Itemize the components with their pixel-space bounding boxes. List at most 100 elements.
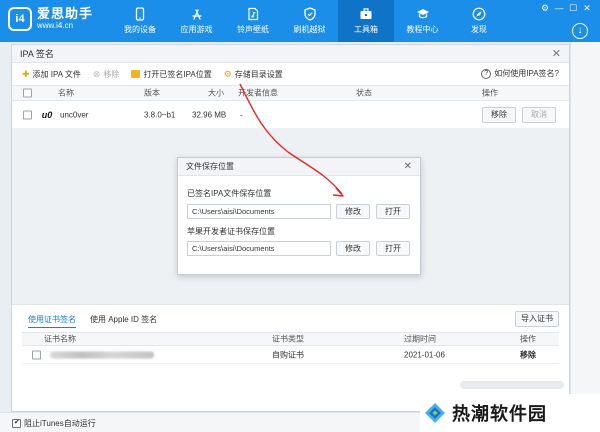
ipa-table-header: 名称 版本 大小 开发者信息 状态 操作: [12, 85, 569, 101]
storage-settings-button[interactable]: ⚙ 存储目录设置: [224, 69, 283, 80]
remove-button[interactable]: ⊗ 移除: [93, 69, 120, 80]
col-status: 状态: [356, 88, 372, 98]
settings-icon[interactable]: ⚙: [538, 2, 552, 14]
nav-label: 发现: [471, 25, 487, 34]
folder-icon: [131, 70, 141, 78]
dialog-titlebar: 文件保存位置 ✕: [178, 158, 420, 176]
nav-label: 应用游戏: [180, 25, 213, 34]
download-icon[interactable]: ↓: [572, 23, 588, 39]
close-icon[interactable]: ✕: [404, 161, 412, 172]
panel-title: IPA 签名: [20, 49, 54, 59]
col-size: 大小: [208, 88, 224, 98]
nav-discover[interactable]: 发现: [451, 0, 507, 42]
close-icon[interactable]: ✕: [552, 47, 561, 60]
modify-signed-path-button[interactable]: 修改: [336, 204, 370, 219]
cert-type: 自购证书: [272, 350, 304, 359]
music-file-icon: [248, 7, 259, 21]
row-checkbox[interactable]: [23, 110, 32, 119]
developer-info: -: [240, 110, 243, 119]
nav-tutorials[interactable]: 教程中心: [395, 0, 451, 42]
row-cancel-button[interactable]: 取消: [522, 106, 556, 123]
help-link[interactable]: ? 如何使用IPA签名?: [481, 68, 559, 79]
app-name: unc0ver: [60, 110, 89, 119]
compass-icon: [472, 7, 486, 21]
nav-ringtones-wallpapers[interactable]: 铃声壁纸: [225, 0, 281, 42]
watermark-logo-icon: [425, 403, 445, 423]
add-file-icon: ✚: [22, 68, 30, 79]
remove-icon: ⊗: [92, 68, 101, 79]
nav-toolbox[interactable]: 工具箱: [338, 0, 394, 42]
dialog-title: 文件保存位置: [186, 162, 234, 171]
app-version: 3.8.0~b1: [144, 110, 176, 119]
modify-cert-path-button[interactable]: 修改: [336, 241, 370, 256]
window-controls: ⚙ — ☐ ✕: [538, 2, 594, 14]
cert-tabs: 使用证书签名 使用 Apple ID 签名 导入证书: [12, 304, 569, 332]
nav-label: 我的设备: [124, 25, 156, 34]
open-cert-path-button[interactable]: 打开: [376, 241, 410, 256]
open-signed-path-button[interactable]: 打开: [376, 204, 410, 219]
col-name: 名称: [58, 88, 74, 98]
signed-ipa-location-label: 已签名IPA文件保存位置: [187, 189, 272, 198]
panel-toolbar: ✚ 添加 IPA 文件 ⊗ 移除 打开已签名IPA位置 ⚙ 存储目录设置 ? 如…: [12, 63, 569, 85]
panel-titlebar: IPA 签名 ✕: [12, 45, 569, 63]
blurred-cert-name: [50, 351, 154, 358]
app-name: 爱思助手: [37, 6, 94, 21]
phone-icon: [135, 7, 145, 21]
app-size: 32.96 MB: [192, 110, 227, 119]
maximize-icon[interactable]: ☐: [566, 2, 580, 14]
app-logo: i4 爱思助手 www.i4.cn: [8, 7, 93, 31]
col-cert-action: 操作: [520, 334, 536, 344]
cert-checkbox[interactable]: [32, 350, 41, 359]
nav-label: 铃声壁纸: [237, 25, 269, 34]
add-ipa-label: 添加 IPA 文件: [32, 69, 81, 79]
storage-label: 存储目录设置: [234, 69, 283, 79]
col-version: 版本: [144, 88, 160, 98]
tab-cert-sign[interactable]: 使用证书签名: [28, 314, 76, 328]
col-developer: 开发者信息: [238, 88, 278, 98]
block-itunes-checkbox[interactable]: [12, 418, 21, 428]
help-icon: ?: [481, 68, 492, 79]
shield-icon: [303, 7, 316, 21]
select-all-checkbox[interactable]: [23, 88, 32, 98]
dev-cert-location-label: 苹果开发者证书保存位置: [187, 227, 275, 236]
signed-ipa-path-field[interactable]: C:\Users\aisi\Documents: [187, 204, 331, 219]
nav-my-device[interactable]: 我的设备: [112, 0, 168, 42]
background-window: [570, 42, 600, 432]
cert-row[interactable]: 自购证书 2021-01-06 移除: [22, 346, 559, 364]
app-url: www.i4.cn: [37, 21, 74, 30]
nav-flash-jailbreak[interactable]: 刷机越狱: [282, 0, 338, 42]
col-cert-name: 证书名称: [44, 334, 76, 344]
cert-table-header: 证书名称 证书类型 过期时间 操作: [22, 332, 559, 346]
minimize-icon[interactable]: —: [552, 2, 566, 14]
col-cert-expiry: 过期时间: [404, 334, 436, 344]
remove-label: 移除: [103, 69, 120, 79]
help-label: 如何使用IPA签名?: [494, 69, 559, 78]
table-row[interactable]: u0 unc0ver 3.8.0~b1 32.96 MB - 移除 取消: [12, 101, 569, 129]
cert-expiry: 2021-01-06: [404, 350, 445, 359]
dev-cert-path-field[interactable]: C:\Users\aisi\Documents: [187, 241, 331, 256]
watermark: 热潮软件园: [420, 394, 600, 432]
watermark-text: 热潮软件园: [452, 404, 547, 424]
cert-remove-link[interactable]: 移除: [520, 349, 536, 360]
open-signed-label: 打开已签名IPA位置: [143, 69, 212, 79]
nav-label: 刷机越狱: [293, 25, 326, 34]
graduation-cap-icon: [416, 9, 429, 19]
import-cert-button[interactable]: 导入证书: [515, 311, 559, 327]
main-nav: 我的设备 应用游戏 铃声壁纸 刷机越狱 工具箱 教程中心 发现: [112, 0, 508, 42]
file-location-dialog: 文件保存位置 ✕ 已签名IPA文件保存位置 C:\Users\aisi\Docu…: [177, 157, 421, 275]
add-ipa-button[interactable]: ✚ 添加 IPA 文件: [22, 69, 81, 80]
nav-label: 工具箱: [354, 25, 378, 34]
toolbox-icon: [360, 8, 372, 19]
col-cert-type: 证书类型: [272, 334, 304, 344]
nav-apps-games[interactable]: 应用游戏: [169, 0, 225, 42]
block-itunes-toggle[interactable]: 阻止iTunes自动运行: [12, 418, 96, 429]
nav-label: 教程中心: [406, 25, 439, 34]
scrollbar[interactable]: [460, 381, 564, 389]
tab-appleid-sign[interactable]: 使用 Apple ID 签名: [90, 314, 157, 325]
app-store-icon: [191, 9, 202, 20]
row-remove-button[interactable]: 移除: [482, 106, 516, 123]
close-icon[interactable]: ✕: [580, 2, 594, 14]
top-bar: i4 爱思助手 www.i4.cn 我的设备 应用游戏 铃声壁纸 刷机越狱 工具…: [0, 0, 600, 42]
open-signed-location-button[interactable]: 打开已签名IPA位置: [131, 69, 212, 80]
logo-mark: i4: [8, 7, 32, 31]
